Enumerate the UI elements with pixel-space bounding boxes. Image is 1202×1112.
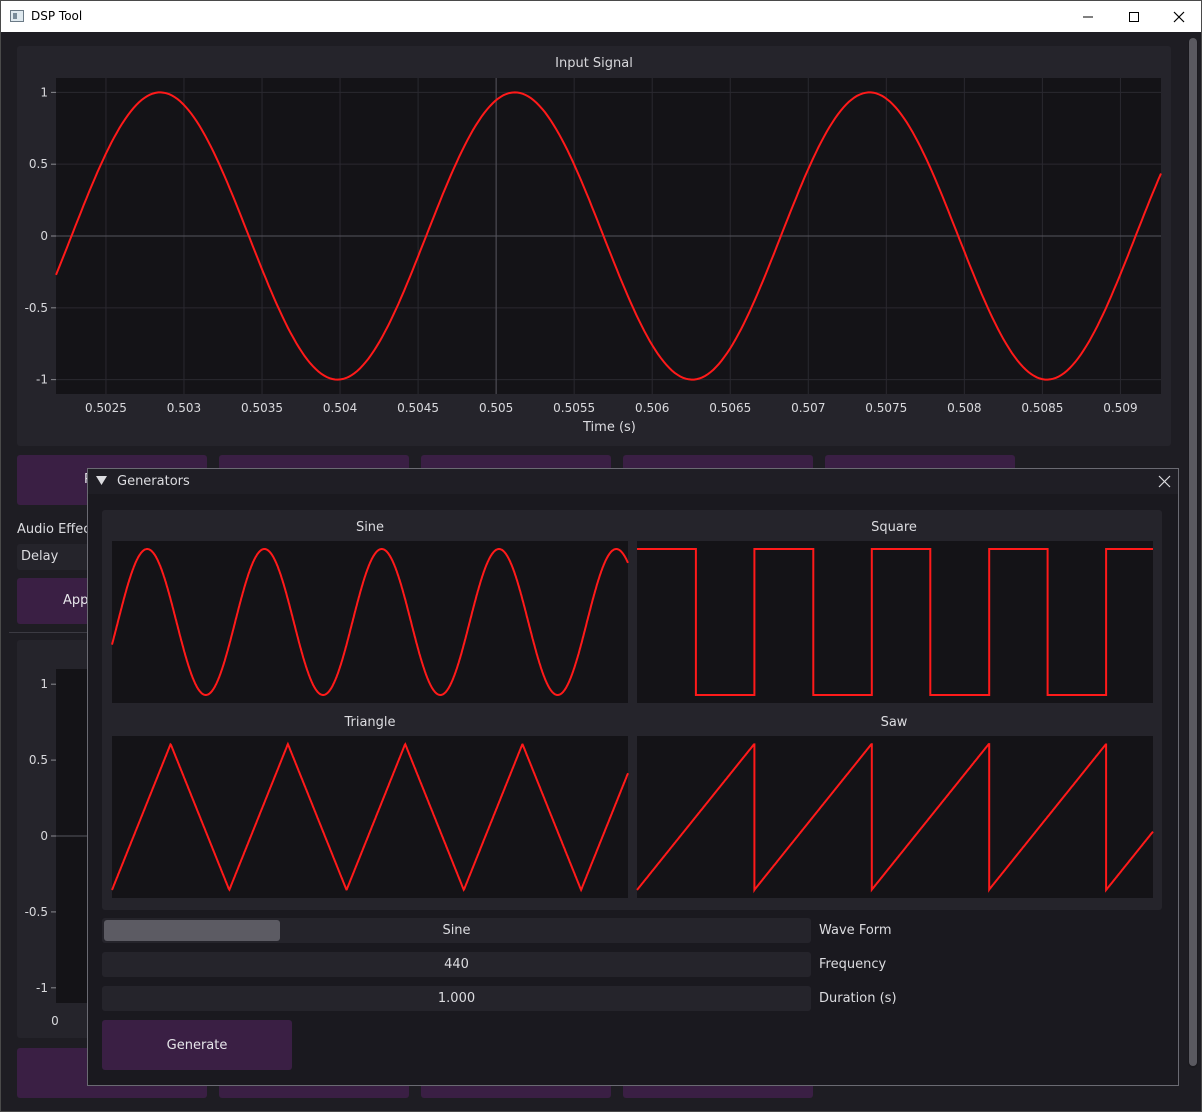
x-tick-label: 0.503 — [167, 401, 201, 415]
x-tick-label: 0.5065 — [709, 401, 751, 415]
x-tick-label: 0.508 — [947, 401, 981, 415]
generators-window: Generators Sine Square Triangle Saw Sine… — [87, 468, 1179, 1086]
y-tick-label: 1 — [40, 677, 48, 691]
y-tick-label: 0 — [40, 829, 48, 843]
x-tick-label: 0.5075 — [865, 401, 907, 415]
frequency-value: 440 — [444, 957, 469, 972]
generator-waveforms — [111, 548, 1154, 894]
frequency-label: Frequency — [819, 957, 887, 972]
wave-form-slider[interactable]: Sine — [102, 918, 811, 943]
y-tick-label: -1 — [36, 981, 48, 995]
app-window: DSP Tool Input Signal Time (s) 0.5025 0.5… — [0, 0, 1202, 1112]
duration-label: Duration (s) — [819, 991, 897, 1006]
frequency-input[interactable]: 440 — [102, 952, 811, 977]
window-title: DSP Tool — [31, 9, 83, 23]
x-tick-label: 0.5035 — [241, 401, 283, 415]
x-tick-label: 0.5085 — [1021, 401, 1063, 415]
x-tick-label: 0.504 — [323, 401, 357, 415]
generate-button-label: Generate — [166, 1037, 228, 1053]
minimize-icon — [1083, 16, 1093, 17]
duration-input[interactable]: 1.000 — [102, 986, 811, 1011]
x-tick-label: 0.5055 — [553, 401, 595, 415]
square-wave-line — [637, 548, 1153, 696]
close-window-button[interactable] — [1156, 1, 1201, 32]
x-tick-label: 0.505 — [479, 401, 513, 415]
output-signal-plot[interactable]: 1 0.5 0 -0.5 -1 0 — [1, 32, 101, 1032]
main-scrollbar[interactable] — [1188, 38, 1198, 1068]
wave-form-label: Wave Form — [819, 923, 892, 938]
wave-form-value: Sine — [442, 923, 471, 938]
app-icon — [10, 10, 24, 22]
maximize-button[interactable] — [1111, 1, 1157, 32]
sine-wave-line — [111, 548, 629, 696]
triangle-wave-line — [111, 741, 629, 893]
x-tick-label: 0 — [51, 1014, 59, 1028]
x-tick-label: 0.507 — [791, 401, 825, 415]
y-tick-label: 0.5 — [29, 753, 48, 767]
x-tick-label: 0.506 — [635, 401, 669, 415]
scrollbar-thumb[interactable] — [1189, 38, 1197, 1066]
input-signal-plot[interactable]: 0.5025 0.503 0.5035 0.504 0.5045 0.505 0.5055 0… — [1, 32, 1201, 452]
close-icon — [1173, 11, 1185, 22]
generate-button[interactable]: Generate — [102, 1020, 292, 1070]
saw-wave-line — [636, 743, 1154, 894]
title-bar: DSP Tool — [1, 1, 1201, 32]
x-tick-label: 0.5045 — [397, 401, 439, 415]
maximize-icon — [1129, 11, 1139, 22]
x-tick-label: 0.509 — [1103, 401, 1137, 415]
minimize-button[interactable] — [1065, 1, 1111, 32]
wave-form-slider-grab[interactable] — [104, 920, 281, 941]
y-tick-label: -0.5 — [25, 905, 48, 919]
duration-value: 1.000 — [437, 991, 476, 1006]
